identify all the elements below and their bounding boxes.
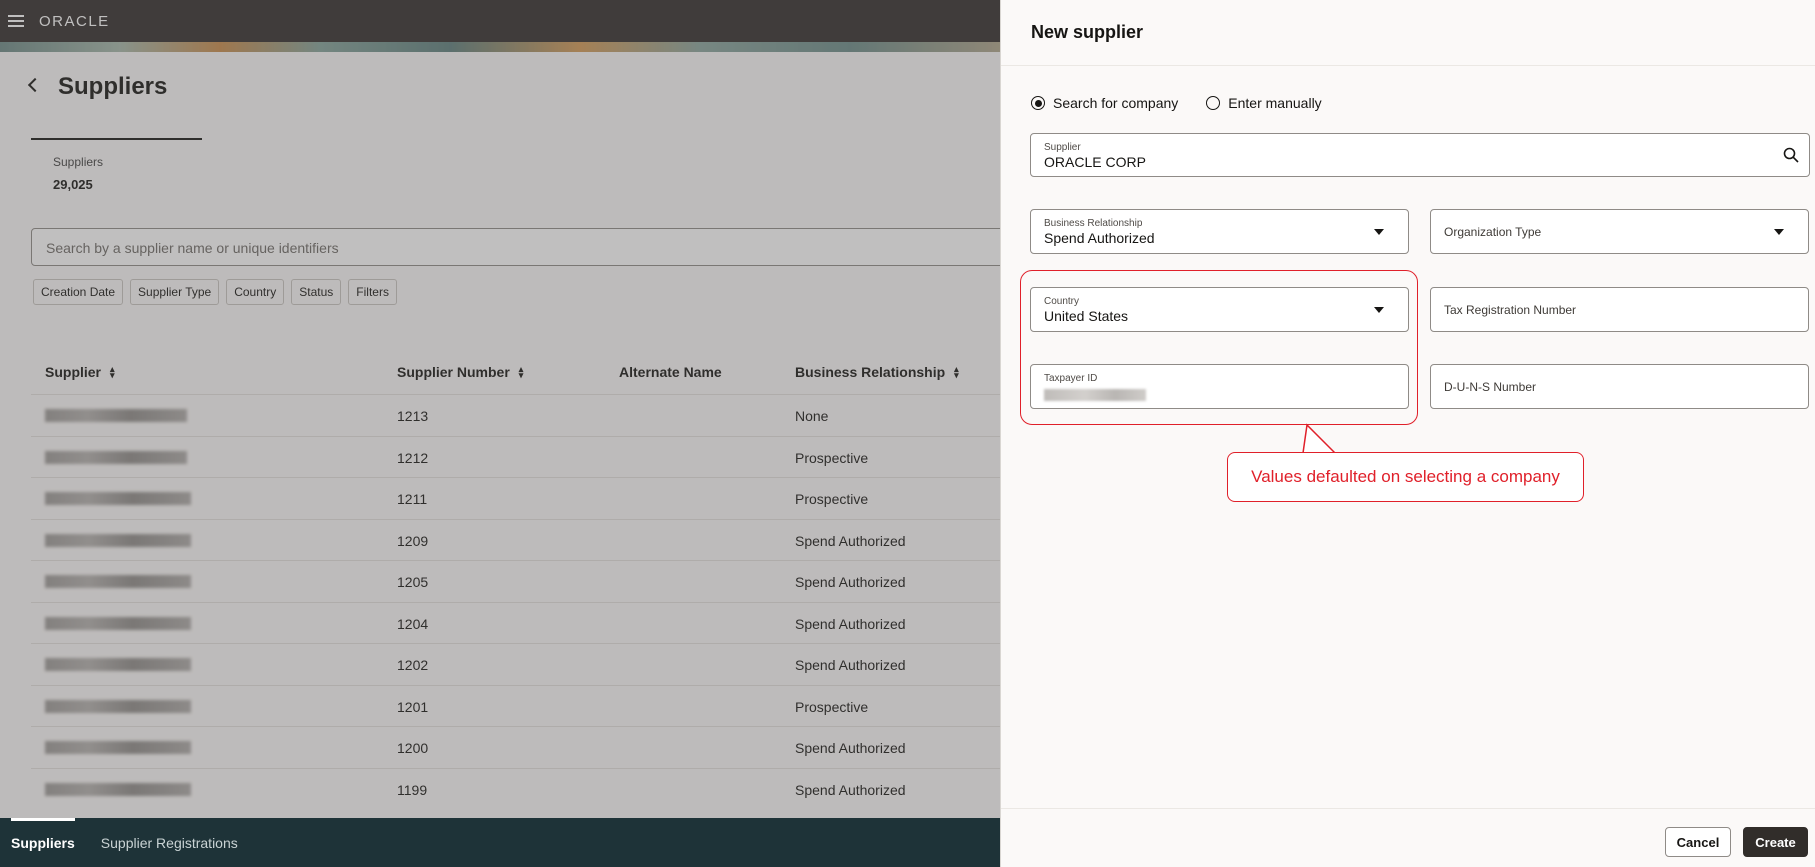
duns-number-field[interactable]: D-U-N-S Number (1430, 364, 1809, 409)
new-supplier-drawer: New supplier Search for company Enter ma… (1000, 0, 1815, 867)
chevron-down-icon[interactable] (1774, 228, 1784, 235)
annotation-callout: Values defaulted on selecting a company (1227, 452, 1584, 502)
divider (1001, 65, 1815, 66)
radio-label: Enter manually (1228, 95, 1322, 111)
modal-scrim[interactable] (0, 0, 1000, 818)
business-relationship-select[interactable]: Business Relationship Spend Authorized (1030, 209, 1409, 254)
field-label: Business Relationship (1044, 218, 1143, 229)
field-placeholder: D-U-N-S Number (1444, 379, 1537, 394)
radio-search-for-company[interactable]: Search for company (1031, 95, 1178, 111)
field-value: Spend Authorized (1044, 230, 1155, 246)
cancel-button[interactable]: Cancel (1665, 827, 1731, 857)
radio-label: Search for company (1053, 95, 1179, 111)
divider (1001, 808, 1815, 809)
field-value: ORACLE CORP (1044, 154, 1146, 170)
drawer-title: New supplier (1031, 22, 1144, 42)
chevron-down-icon[interactable] (1374, 228, 1384, 235)
radio-selected-icon[interactable] (1031, 96, 1045, 110)
tax-registration-number-field[interactable]: Tax Registration Number (1430, 287, 1809, 332)
tab-suppliers[interactable]: Suppliers (0, 817, 86, 851)
callout-pointer (1301, 423, 1336, 454)
field-placeholder: Tax Registration Number (1444, 302, 1577, 317)
entry-mode-radio-group: Search for company Enter manually (1031, 95, 1322, 111)
radio-unselected-icon[interactable] (1206, 96, 1221, 110)
field-label: Supplier (1044, 142, 1081, 153)
radio-enter-manually[interactable]: Enter manually (1206, 95, 1322, 111)
search-icon[interactable] (1783, 147, 1799, 163)
bottom-tab-bar: Suppliers Supplier Registrations (0, 817, 1000, 867)
create-button[interactable]: Create (1743, 827, 1808, 857)
suppliers-page: ORACLE Suppliers Suppliers 29,025 Search… (0, 0, 1000, 867)
field-placeholder: Organization Type (1444, 224, 1542, 239)
tab-supplier-registrations[interactable]: Supplier Registrations (90, 835, 249, 851)
annotation-highlight-box (1020, 270, 1418, 425)
supplier-search-field[interactable]: Supplier ORACLE CORP (1030, 133, 1810, 177)
organization-type-select[interactable]: Organization Type (1430, 209, 1809, 254)
